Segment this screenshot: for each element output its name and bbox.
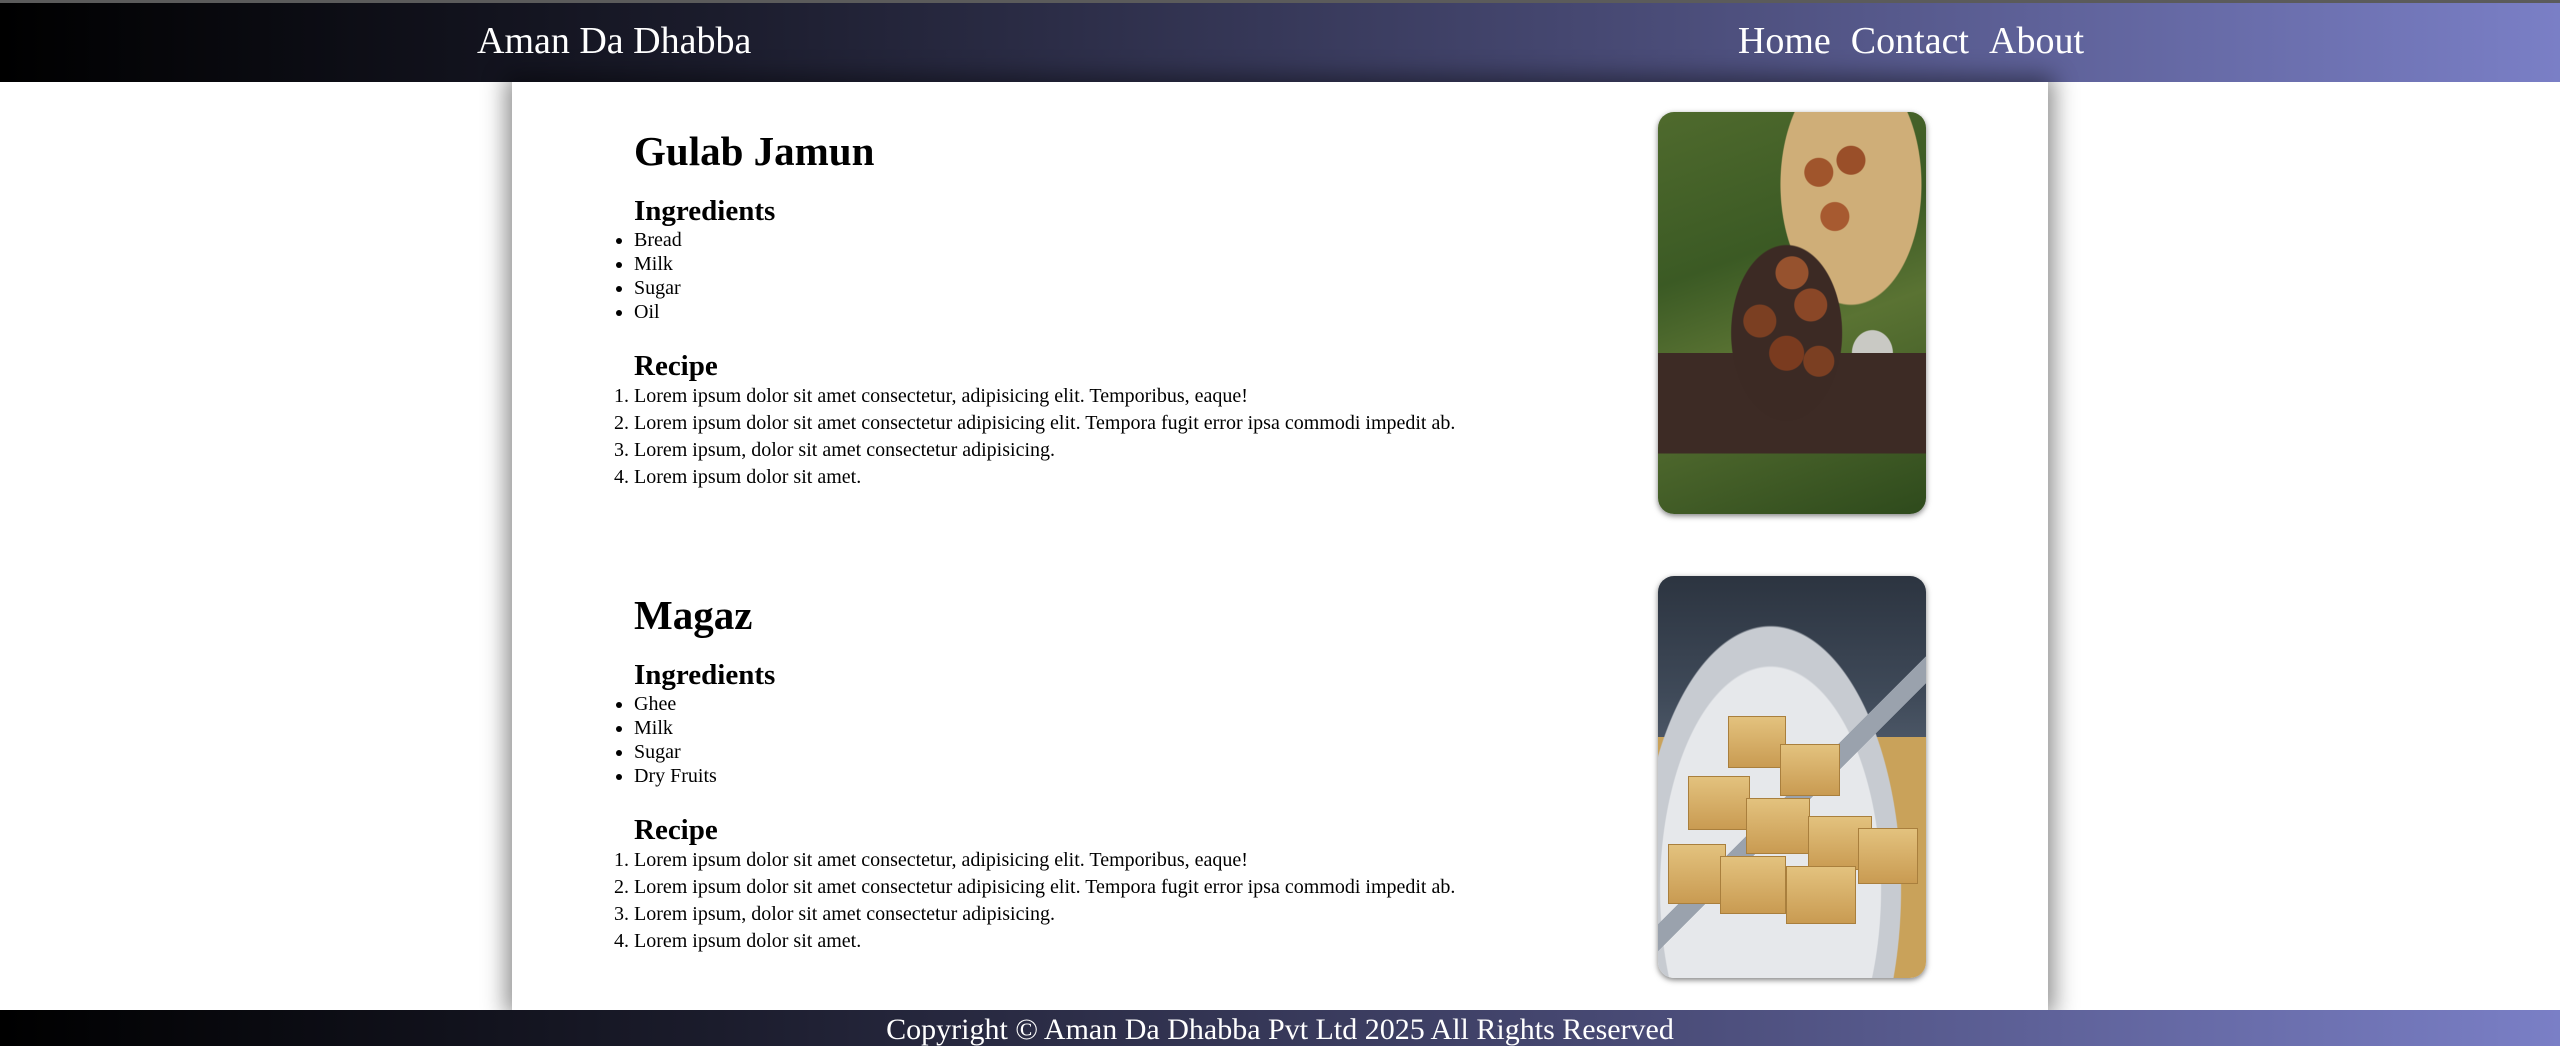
brand-title[interactable]: Aman Da Dhabba (477, 19, 751, 63)
list-item: Ghee (634, 692, 1634, 716)
list-item: Lorem ipsum, dolor sit amet consectetur … (634, 901, 1634, 928)
dish-text: Gulab Jamun Ingredients Bread Milk Sugar… (634, 127, 1634, 491)
nav-link-about[interactable]: About (1989, 19, 2084, 63)
navbar: Aman Da Dhabba Home Contact About (0, 0, 2560, 82)
recipe-steps: Lorem ipsum dolor sit amet consectetur, … (634, 847, 1634, 955)
magaz-piece (1688, 776, 1750, 830)
nav-links: Home Contact About (1738, 19, 2084, 63)
recipe-steps: Lorem ipsum dolor sit amet consectetur, … (634, 383, 1634, 491)
list-item: Lorem ipsum, dolor sit amet consectetur … (634, 437, 1634, 464)
magaz-piece (1668, 844, 1726, 904)
magaz-piece (1786, 866, 1856, 924)
magaz-piece (1780, 744, 1840, 796)
ingredients-heading: Ingredients (634, 195, 776, 227)
recipe-heading: Recipe (634, 350, 718, 382)
nav-link-home[interactable]: Home (1738, 19, 1831, 63)
list-item: Bread (634, 228, 1634, 252)
recipe-heading: Recipe (634, 814, 718, 846)
list-item: Lorem ipsum dolor sit amet consectetur, … (634, 847, 1634, 874)
list-item: Lorem ipsum dolor sit amet consectetur a… (634, 410, 1634, 437)
dish-title: Gulab Jamun (634, 128, 875, 174)
magaz-piece (1728, 716, 1786, 768)
magaz-piece (1746, 798, 1810, 854)
list-item: Sugar (634, 276, 1634, 300)
list-item: Lorem ipsum dolor sit amet consectetur a… (634, 874, 1634, 901)
ingredients-list: Bread Milk Sugar Oil (634, 228, 1634, 324)
magaz-image (1658, 576, 1926, 978)
list-item: Dry Fruits (634, 764, 1634, 788)
gulab-jamun-image (1658, 112, 1926, 514)
magaz-piece (1858, 828, 1918, 884)
list-item: Sugar (634, 740, 1634, 764)
footer: Copyright © Aman Da Dhabba Pvt Ltd 2025 … (0, 1010, 2560, 1046)
magaz-pieces (1658, 576, 1926, 978)
ingredients-heading: Ingredients (634, 659, 776, 691)
magaz-piece (1720, 856, 1786, 914)
nav-link-contact[interactable]: Contact (1851, 19, 1969, 63)
ingredients-list: Ghee Milk Sugar Dry Fruits (634, 692, 1634, 788)
list-item: Lorem ipsum dolor sit amet consectetur, … (634, 383, 1634, 410)
list-item: Milk (634, 252, 1634, 276)
list-item: Lorem ipsum dolor sit amet. (634, 928, 1634, 955)
main-content: Gulab Jamun Ingredients Bread Milk Sugar… (512, 82, 2048, 1010)
dish-text: Magaz Ingredients Ghee Milk Sugar Dry Fr… (634, 591, 1634, 955)
list-item: Oil (634, 300, 1634, 324)
list-item: Lorem ipsum dolor sit amet. (634, 464, 1634, 491)
copyright-text: Copyright © Aman Da Dhabba Pvt Ltd 2025 … (886, 1013, 1674, 1046)
list-item: Milk (634, 716, 1634, 740)
dish-title: Magaz (634, 592, 753, 638)
